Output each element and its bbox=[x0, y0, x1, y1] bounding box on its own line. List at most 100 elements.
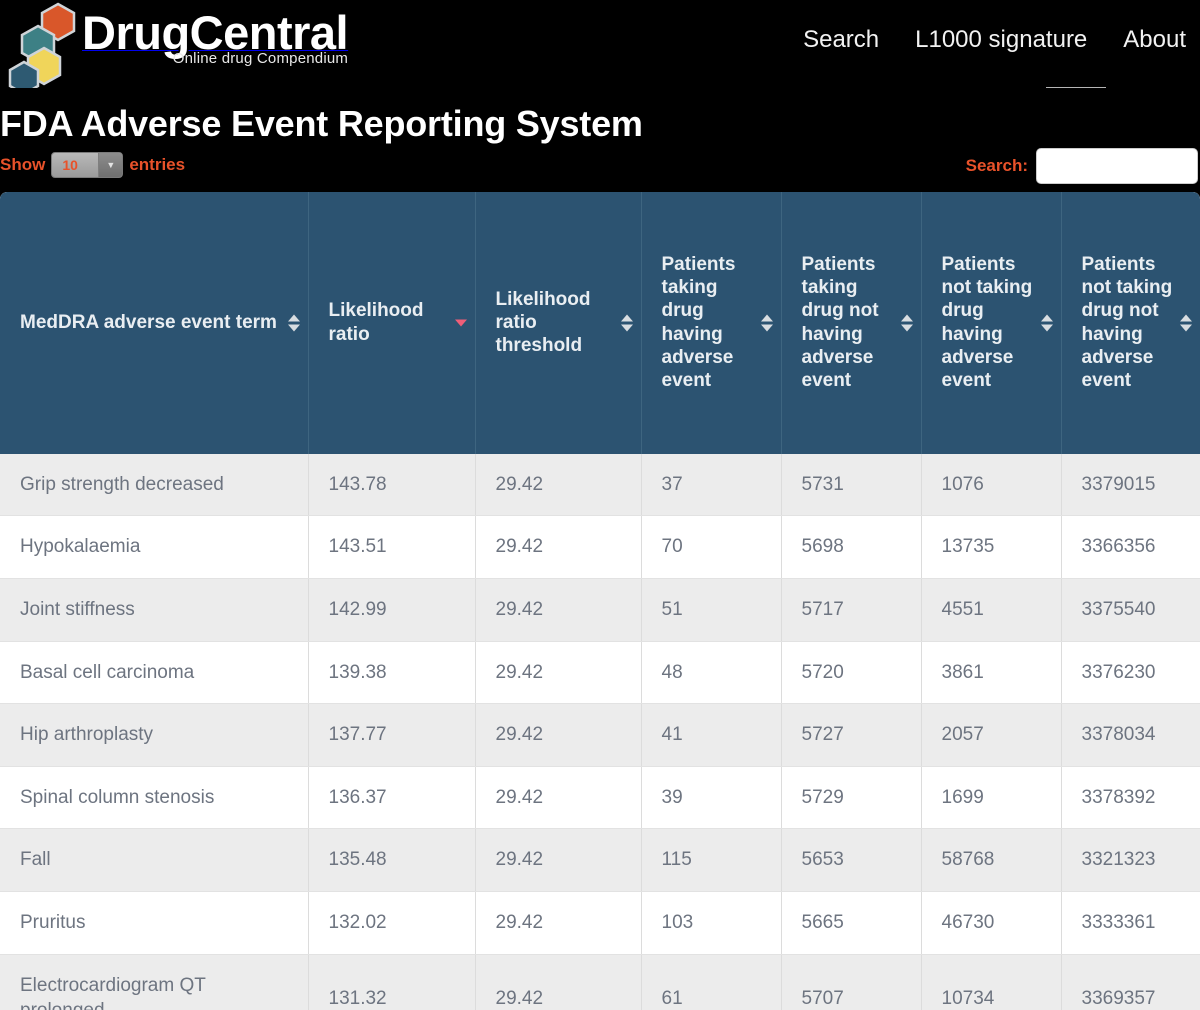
cell-value: 61 bbox=[641, 954, 782, 1010]
page-body: FDA Adverse Event Reporting System Show … bbox=[0, 88, 1200, 1010]
cell-value: 10734 bbox=[921, 954, 1062, 1010]
column-header-patients-taking-drug-not-having-ae[interactable]: Patients taking drug not having adverse … bbox=[781, 191, 922, 454]
table-row[interactable]: Spinal column stenosis 136.37 29.42 39 5729 1… bbox=[0, 766, 1200, 830]
caret-up-icon bbox=[760, 314, 773, 322]
cell-value: 37 bbox=[641, 453, 782, 517]
cell-value: 132.02 bbox=[308, 891, 476, 955]
table-row[interactable]: Basal cell carcinoma 139.38 29.42 48 5720 386… bbox=[0, 641, 1200, 705]
cell-value: 29.42 bbox=[475, 703, 642, 767]
table-header: MedDRA adverse event term Likelihood rat… bbox=[0, 191, 1200, 454]
cell-value: 51 bbox=[641, 578, 782, 642]
page-title: FDA Adverse Event Reporting System bbox=[0, 103, 643, 144]
cell-meddra-term: Hypokalaemia bbox=[0, 515, 309, 579]
cell-value: 29.42 bbox=[475, 578, 642, 642]
hexagon-cluster-logo-icon bbox=[4, 0, 82, 96]
nav-item-about[interactable]: About bbox=[1123, 26, 1186, 54]
cell-value: 5698 bbox=[781, 515, 922, 579]
cell-value: 3378392 bbox=[1061, 766, 1200, 830]
column-header-patients-not-taking-drug-having-ae[interactable]: Patients not taking drug having adverse … bbox=[921, 191, 1062, 454]
cell-value: 39 bbox=[641, 766, 782, 830]
cell-value: 5731 bbox=[781, 453, 922, 517]
brand-logo-link[interactable]: DrugCentral Online drug Compendium bbox=[0, 0, 349, 96]
column-header-likelihood-ratio[interactable]: Likelihood ratio bbox=[308, 191, 476, 454]
cell-value: 5729 bbox=[781, 766, 922, 830]
adverse-event-table: MedDRA adverse event term Likelihood rat… bbox=[0, 191, 1200, 1010]
sort-indicator-icon[interactable] bbox=[1040, 314, 1053, 332]
cell-meddra-term: Fall bbox=[0, 828, 309, 893]
sort-indicator-desc-icon[interactable] bbox=[454, 319, 467, 327]
table-controls: Show 10 ▼ entries Search: bbox=[0, 147, 1200, 192]
cell-value: 115 bbox=[641, 828, 782, 893]
caret-up-icon bbox=[620, 314, 633, 322]
sort-indicator-icon[interactable] bbox=[620, 314, 633, 332]
site-header: DrugCentral Online drug Compendium Searc… bbox=[0, 0, 1200, 100]
cell-value: 143.78 bbox=[308, 453, 476, 517]
entries-label: entries bbox=[129, 154, 186, 174]
table-row[interactable]: Electrocardiogram QT prolonged131.3229.4… bbox=[0, 954, 1200, 1010]
caret-down-icon bbox=[620, 324, 633, 332]
table-row[interactable]: Pruritus 132.02 29.42 103 5665 46730 3333361 bbox=[0, 891, 1200, 955]
table-row[interactable]: Joint stiffness 142.99 29.42 51 5717 4551 3375… bbox=[0, 578, 1200, 642]
cell-value: 142.99 bbox=[308, 578, 476, 642]
cell-value: 3376230 bbox=[1061, 641, 1200, 705]
cell-value: 3369357 bbox=[1061, 954, 1200, 1010]
cell-value: 5653 bbox=[781, 828, 922, 893]
cell-value: 29.42 bbox=[475, 515, 642, 579]
page-length-select[interactable]: 10 ▼ bbox=[51, 151, 124, 178]
cell-value: 1699 bbox=[921, 766, 1062, 830]
table-row[interactable]: Grip strength decreased 143.78 29.42 37 5731… bbox=[0, 453, 1200, 517]
caret-up-icon bbox=[287, 314, 300, 322]
sort-indicator-icon[interactable] bbox=[900, 314, 913, 332]
cell-meddra-term: Grip strength decreased bbox=[0, 453, 309, 517]
caret-down-icon bbox=[760, 324, 773, 332]
nav-item-l1000-signature[interactable]: L1000 signature bbox=[915, 26, 1087, 54]
cell-meddra-term: Basal cell carcinoma bbox=[0, 641, 309, 705]
table-body: Grip strength decreased 143.78 29.42 37 5731… bbox=[0, 453, 1200, 1010]
cell-value: 3321323 bbox=[1061, 828, 1200, 893]
table-header-row: MedDRA adverse event term Likelihood rat… bbox=[0, 191, 1200, 454]
page-length-value: 10 bbox=[62, 156, 78, 173]
adverse-event-table-wrapper: MedDRA adverse event term Likelihood rat… bbox=[0, 191, 1200, 1010]
caret-down-icon bbox=[287, 324, 300, 332]
cell-value: 3333361 bbox=[1061, 891, 1200, 955]
cell-value: 46730 bbox=[921, 891, 1062, 955]
cell-value: 3379015 bbox=[1061, 453, 1200, 517]
search-input[interactable] bbox=[1036, 147, 1198, 184]
cell-value: 3378034 bbox=[1061, 703, 1200, 767]
table-row[interactable]: Hip arthroplasty 137.77 29.42 41 5727 2057 337… bbox=[0, 703, 1200, 767]
sort-indicator-icon[interactable] bbox=[760, 314, 773, 332]
brand-subtitle: Online drug Compendium bbox=[172, 50, 349, 67]
cell-value: 41 bbox=[641, 703, 782, 767]
cell-value: 13735 bbox=[921, 515, 1062, 579]
brand-text: DrugCentral Online drug Compendium bbox=[82, 0, 349, 67]
column-header-likelihood-ratio-threshold[interactable]: Likelihood ratio threshold bbox=[475, 191, 642, 454]
cell-value: 3375540 bbox=[1061, 578, 1200, 642]
caret-down-icon bbox=[1180, 324, 1192, 332]
table-row[interactable]: Fall 135.48 29.42 115 5653 58768 3321323 bbox=[0, 828, 1200, 893]
sort-indicator-icon[interactable] bbox=[1180, 314, 1192, 332]
main-nav: Search L1000 signature About bbox=[803, 26, 1186, 54]
cell-value: 2057 bbox=[921, 703, 1062, 767]
cell-value: 5665 bbox=[781, 891, 922, 955]
nav-item-search[interactable]: Search bbox=[803, 26, 879, 54]
cell-value: 70 bbox=[641, 515, 782, 579]
cell-meddra-term: Electrocardiogram QT prolonged bbox=[0, 954, 309, 1010]
caret-up-icon bbox=[1180, 314, 1192, 322]
column-header-label: Patients not taking drug not having adve… bbox=[1081, 254, 1173, 391]
column-header-label: Patients taking drug not having adverse … bbox=[801, 254, 879, 391]
cell-value: 29.42 bbox=[475, 641, 642, 705]
cell-value: 48 bbox=[641, 641, 782, 705]
caret-down-icon bbox=[1040, 324, 1053, 332]
column-header-patients-taking-drug-having-ae[interactable]: Patients taking drug having adverse even… bbox=[641, 191, 782, 454]
table-search-control: Search: bbox=[966, 147, 1198, 184]
caret-up-icon bbox=[1040, 314, 1053, 322]
column-header-patients-not-taking-drug-not-having-ae[interactable]: Patients not taking drug not having adve… bbox=[1061, 191, 1200, 454]
cell-value: 29.42 bbox=[475, 453, 642, 517]
cell-value: 136.37 bbox=[308, 766, 476, 830]
column-header-meddra-term[interactable]: MedDRA adverse event term bbox=[0, 191, 309, 454]
sort-indicator-icon[interactable] bbox=[287, 314, 300, 332]
cell-value: 5727 bbox=[781, 703, 922, 767]
column-header-label: Patients not taking drug having adverse … bbox=[941, 254, 1033, 391]
table-row[interactable]: Hypokalaemia 143.51 29.42 70 5698 13735 336635… bbox=[0, 515, 1200, 579]
caret-up-icon bbox=[900, 314, 913, 322]
